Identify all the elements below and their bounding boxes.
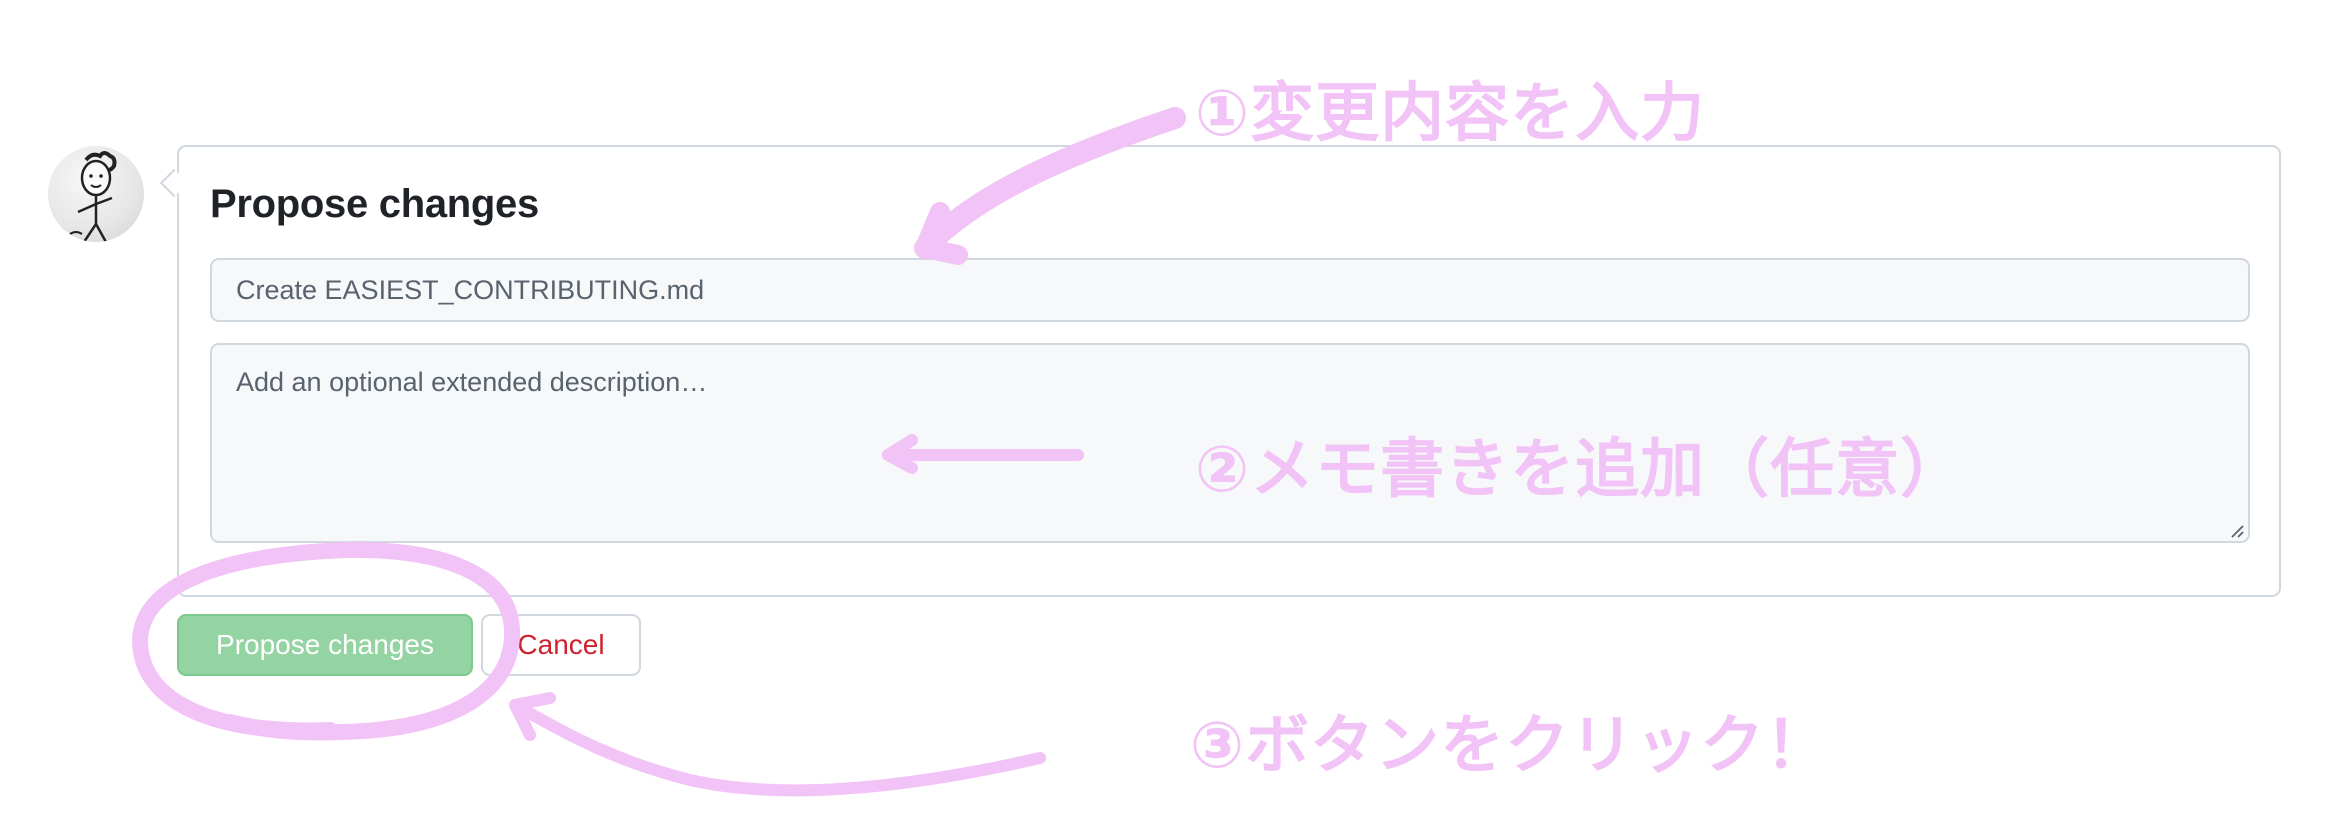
commit-message-input[interactable] xyxy=(210,258,2250,322)
cancel-button[interactable]: Cancel xyxy=(481,614,641,676)
propose-changes-button[interactable]: Propose changes xyxy=(177,614,473,676)
annotation-step-3: ③ボタンをクリック！ xyxy=(1190,709,1831,783)
panel-title: Propose changes xyxy=(210,182,539,226)
avatar xyxy=(48,146,144,242)
resize-handle-icon[interactable] xyxy=(2228,522,2244,538)
annotation-step-2: ②メモ書きを追加（任意） xyxy=(1195,433,1966,507)
annotation-step-1: ①変更内容を入力 xyxy=(1195,77,1706,151)
arrow-3-icon xyxy=(509,692,1046,797)
stick-figure-avatar-icon xyxy=(69,151,117,242)
